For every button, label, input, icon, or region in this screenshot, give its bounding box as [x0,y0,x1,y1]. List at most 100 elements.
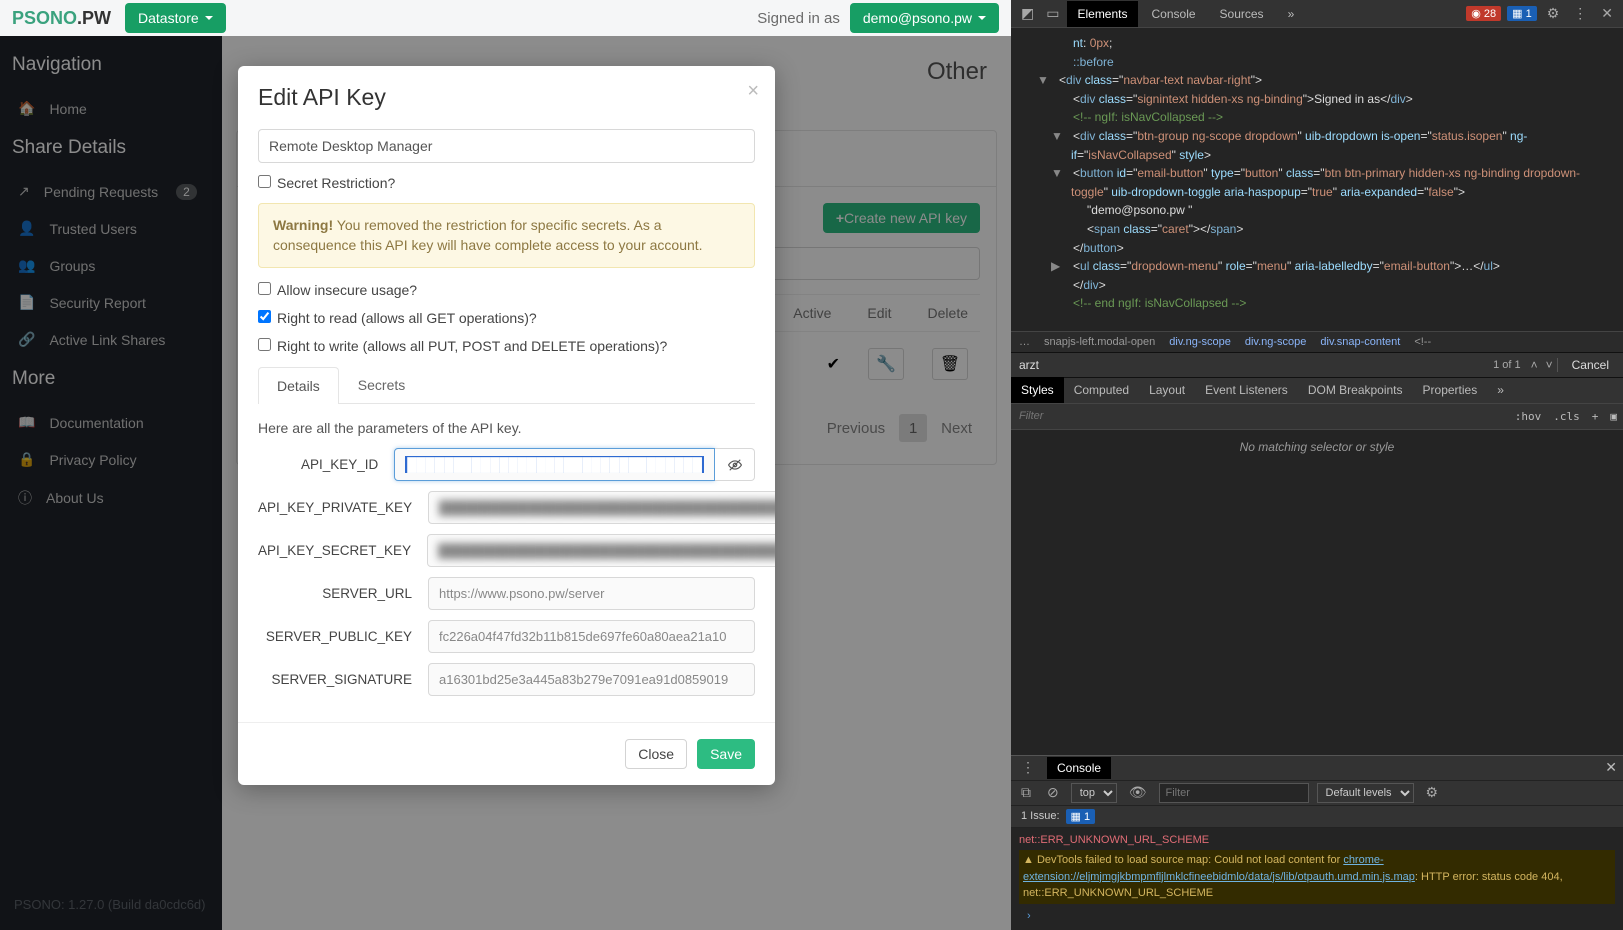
gear-icon[interactable]: ⚙ [1543,5,1564,22]
dom-node[interactable]: </div> [1029,276,1615,295]
issues-bar[interactable]: 1 Issue: ▦ 1 [1011,806,1623,828]
logo: PSONO.PW [12,8,111,29]
tab-layout[interactable]: Layout [1139,377,1195,403]
visibility-toggle-icon[interactable] [715,448,755,481]
signed-in-label: Signed in as [757,10,840,27]
insecure-checkbox[interactable] [258,282,271,295]
dom-node[interactable]: ▼<div class="navbar-text navbar-right"> [1029,71,1615,90]
warning-alert: Warning! You removed the restriction for… [258,203,755,268]
field-value[interactable]: fc226a04f47fd32b11b815de697fe60a80aea21a… [428,620,755,653]
dom-node[interactable]: <div class="signintext hidden-xs ng-bind… [1029,90,1615,109]
search-count: 1 of 1 [1487,359,1527,371]
close-icon[interactable]: × [747,80,759,103]
console-output: net::ERR_UNKNOWN_URL_SCHEME ▲ DevTools f… [1011,828,1623,930]
dom-node[interactable]: <!-- end ngIf: isNavCollapsed --> [1029,294,1615,313]
secret-restriction-row[interactable]: Secret Restriction? [258,175,755,191]
styles-menu-icon[interactable]: ▣ [1604,410,1623,423]
no-selector-label: No matching selector or style [1011,430,1623,464]
dom-node[interactable]: nt: 0px; [1029,34,1615,53]
edit-api-key-modal: × Edit API Key Secret Restriction? Warni… [238,66,775,785]
console-close-icon[interactable]: ✕ [1605,759,1617,776]
dom-node[interactable]: ▼<button id="email-button" type="button"… [1029,164,1615,201]
console-error-line: net::ERR_UNKNOWN_URL_SCHEME [1019,832,1615,849]
error-count-badge[interactable]: ◉ 28 [1466,6,1501,21]
console-menu-icon[interactable]: ⋮ [1017,759,1039,776]
console-drawer-tab[interactable]: Console [1047,757,1111,779]
field-api_key_private_key: API_KEY_PRIVATE_KEY█████████████████████… [258,491,755,524]
dom-node[interactable]: <span class="caret"></span> [1029,220,1615,239]
write-checkbox[interactable] [258,338,271,351]
devtools-close-icon[interactable]: ✕ [1597,5,1617,22]
tab-sources[interactable]: Sources [1210,1,1274,27]
tab-secrets[interactable]: Secrets [339,366,424,403]
read-checkbox[interactable] [258,310,271,323]
close-button[interactable]: Close [625,739,687,769]
tab-elements[interactable]: Elements [1067,1,1137,27]
breadcrumb[interactable]: … snapjs-left.modal-open div.ng-scope di… [1011,331,1623,352]
devtools-tabbar: ◩ ▭ Elements Console Sources » ◉ 28 ▦ 1 … [1011,0,1623,28]
app-window: PSONO.PW Datastore Signed in as demo@pso… [0,0,1011,930]
tab-computed[interactable]: Computed [1064,377,1139,403]
search-prev-icon[interactable]: ˄ [1527,358,1542,372]
field-value[interactable]: https://www.psono.pw/server [428,577,755,610]
insecure-row[interactable]: Allow insecure usage? [258,282,755,298]
field-value[interactable]: ████████████████████████████████ [394,448,715,481]
topbar: PSONO.PW Datastore Signed in as demo@pso… [0,0,1011,36]
tab-styles[interactable]: Styles [1011,377,1064,403]
field-label: SERVER_PUBLIC_KEY [258,629,428,644]
field-server_url: SERVER_URLhttps://www.psono.pw/server [258,577,755,610]
clear-console-icon[interactable]: ⊘ [1043,784,1063,801]
console-gear-icon[interactable]: ⚙ [1422,784,1443,801]
secret-restriction-checkbox[interactable] [258,175,271,188]
dom-tree[interactable]: nt: 0px;::before▼<div class="navbar-text… [1011,28,1623,331]
dom-node[interactable]: ▶<ul class="dropdown-menu" role="menu" a… [1029,257,1615,276]
dom-node[interactable]: ::before [1029,53,1615,72]
tab-more[interactable]: » [1278,1,1305,27]
console-filter-input[interactable] [1159,783,1309,803]
dom-node[interactable]: ▼<div class="btn-group ng-scope dropdown… [1029,127,1615,164]
field-value[interactable]: ████████████████████████████████████████ [427,534,775,567]
datastore-button[interactable]: Datastore [125,3,226,33]
dom-node[interactable]: "demo@psono.pw " [1029,201,1615,220]
inspect-icon[interactable]: ◩ [1017,5,1038,22]
field-api_key_secret_key: API_KEY_SECRET_KEY██████████████████████… [258,534,755,567]
api-key-name-input[interactable] [258,129,755,163]
devtools-panel: ◩ ▭ Elements Console Sources » ◉ 28 ▦ 1 … [1011,0,1623,930]
field-server_public_key: SERVER_PUBLIC_KEYfc226a04f47fd32b11b815d… [258,620,755,653]
hov-toggle[interactable]: :hov [1509,410,1548,423]
device-icon[interactable]: ▭ [1042,5,1063,22]
kebab-icon[interactable]: ⋮ [1569,5,1591,22]
issues-count-badge: ▦ 1 [1066,809,1096,824]
user-menu-button[interactable]: demo@psono.pw [850,3,999,33]
console-sidebar-icon[interactable]: ⧉ [1017,784,1035,801]
dom-node[interactable]: <!-- ngIf: isNavCollapsed --> [1029,108,1615,127]
tab-details[interactable]: Details [258,367,339,404]
tab-event-listeners[interactable]: Event Listeners [1195,377,1298,403]
field-value[interactable]: ████████████████████████████████████████ [428,491,775,524]
console-context-select[interactable]: top [1071,783,1117,803]
tab-properties[interactable]: Properties [1413,377,1488,403]
console-levels-select[interactable]: Default levels [1317,783,1414,803]
search-next-icon[interactable]: ˅ [1542,358,1557,372]
tab-dom-breakpoints[interactable]: DOM Breakpoints [1298,377,1413,403]
tab-styles-more[interactable]: » [1487,377,1514,403]
search-cancel-button[interactable]: Cancel [1557,358,1623,372]
modal-title: Edit API Key [258,84,755,111]
save-button[interactable]: Save [697,739,755,769]
read-row[interactable]: Right to read (allows all GET operations… [258,310,755,326]
field-api_key_id: API_KEY_ID██████████████████████████████… [258,448,755,481]
cls-toggle[interactable]: .cls [1547,410,1586,423]
styles-filter-input[interactable] [1011,406,1509,426]
tab-console[interactable]: Console [1142,1,1206,27]
dom-search-input[interactable] [1011,354,1487,376]
write-row[interactable]: Right to write (allows all PUT, POST and… [258,338,755,354]
styles-tabbar: Styles Computed Layout Event Listeners D… [1011,378,1623,404]
eye-icon[interactable]: 👁 [1125,784,1151,801]
msg-count-badge[interactable]: ▦ 1 [1507,6,1537,21]
field-value[interactable]: a16301bd25e3a445a83b279e7091ea91d0859019 [428,663,755,696]
add-style-icon[interactable]: + [1586,410,1605,423]
console-warning-line: ▲ DevTools failed to load source map: Co… [1019,850,1615,904]
console-prompt[interactable]: › [1019,906,1615,927]
console-drawer: ⋮ Console ✕ ⧉ ⊘ top 👁 Default levels ⚙ 1… [1011,755,1623,930]
dom-node[interactable]: </button> [1029,239,1615,258]
